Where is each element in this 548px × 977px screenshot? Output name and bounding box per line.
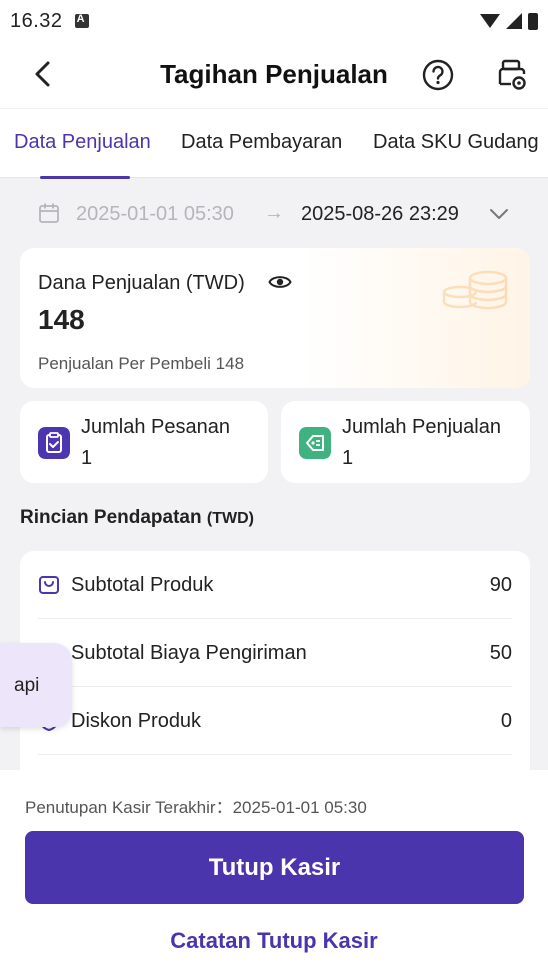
- income-title-unit: (TWD): [206, 510, 254, 527]
- sales-summary-card: Dana Penjualan (TWD) 148 Penjualan Per P…: [20, 248, 530, 388]
- app-bar: Tagihan Penjualan: [0, 42, 548, 108]
- income-row-label: Subtotal Biaya Pengiriman: [71, 642, 307, 664]
- floating-api-button[interactable]: api: [0, 643, 72, 727]
- printer-settings-icon[interactable]: [495, 58, 529, 92]
- tag-icon: [299, 427, 331, 459]
- page-title: Tagihan Penjualan: [160, 59, 388, 89]
- clipboard-check-icon: [38, 427, 70, 459]
- date-range-picker[interactable]: 2025-01-01 05:30 → 2025-08-26 23:29: [0, 178, 548, 248]
- income-title-text: Rincian Pendapatan: [20, 507, 202, 528]
- status-time: 16.32: [10, 9, 63, 32]
- sales-value: 148: [38, 304, 85, 335]
- floating-api-label: api: [14, 675, 40, 696]
- sales-label: Dana Penjualan (TWD): [38, 272, 245, 294]
- wifi-icon: [480, 14, 500, 28]
- tab-data-pembayaran[interactable]: Data Pembayaran: [181, 131, 342, 154]
- tab-bar: Data Penjualan Data Pembayaran Data SKU …: [0, 108, 548, 179]
- income-row-diskon-produk: Diskon Produk 0: [38, 687, 512, 755]
- income-row-biaya-pengiriman: Subtotal Biaya Pengiriman 50: [38, 619, 512, 687]
- coins-icon: [442, 270, 508, 310]
- orders-count-card: Jumlah Pesanan 1: [20, 401, 268, 483]
- bag-icon: [39, 576, 59, 594]
- chevron-down-icon[interactable]: [488, 205, 510, 223]
- status-bar: 16.32: [0, 0, 548, 42]
- footer-panel: Penutupan Kasir Terakhir：2025-01-01 05:3…: [0, 770, 548, 977]
- income-section-title: Rincian Pendapatan (TWD): [20, 507, 254, 529]
- calendar-icon: [39, 203, 59, 223]
- tab-data-sku-gudang[interactable]: Data SKU Gudang: [373, 131, 539, 154]
- orders-count-value: 1: [81, 447, 93, 469]
- notification-icon: [74, 13, 89, 28]
- sales-count-card: Jumlah Penjualan 1: [281, 401, 530, 483]
- income-detail-card: Subtotal Produk 90 Subtotal Biaya Pengir…: [20, 551, 530, 781]
- close-register-button[interactable]: Tutup Kasir: [25, 831, 524, 904]
- sales-count-value: 1: [342, 447, 354, 469]
- income-row-label: Diskon Produk: [71, 710, 202, 732]
- date-arrow-icon: →: [264, 202, 284, 224]
- income-row-value: 50: [489, 642, 512, 664]
- signal-icon: [506, 13, 522, 29]
- eye-icon[interactable]: [268, 273, 292, 291]
- last-close-info: Penutupan Kasir Terakhir：2025-01-01 05:3…: [25, 798, 367, 817]
- status-icons: [480, 12, 538, 30]
- income-row-value: 0: [500, 710, 512, 732]
- tab-data-penjualan[interactable]: Data Penjualan: [14, 131, 151, 154]
- close-register-log-link[interactable]: Catatan Tutup Kasir: [0, 928, 548, 954]
- date-start[interactable]: 2025-01-01 05:30: [76, 203, 234, 226]
- sales-count-label: Jumlah Penjualan: [342, 416, 501, 438]
- orders-count-label: Jumlah Pesanan: [81, 416, 230, 438]
- sales-per-buyer: Penjualan Per Pembeli 148: [38, 354, 245, 373]
- income-row-value: 90: [489, 574, 512, 596]
- income-row-label: Subtotal Produk: [71, 574, 214, 596]
- date-end[interactable]: 2025-08-26 23:29: [301, 203, 459, 226]
- battery-icon: [528, 12, 538, 30]
- help-icon[interactable]: [422, 59, 454, 91]
- income-row-subtotal-produk: Subtotal Produk 90: [38, 551, 512, 619]
